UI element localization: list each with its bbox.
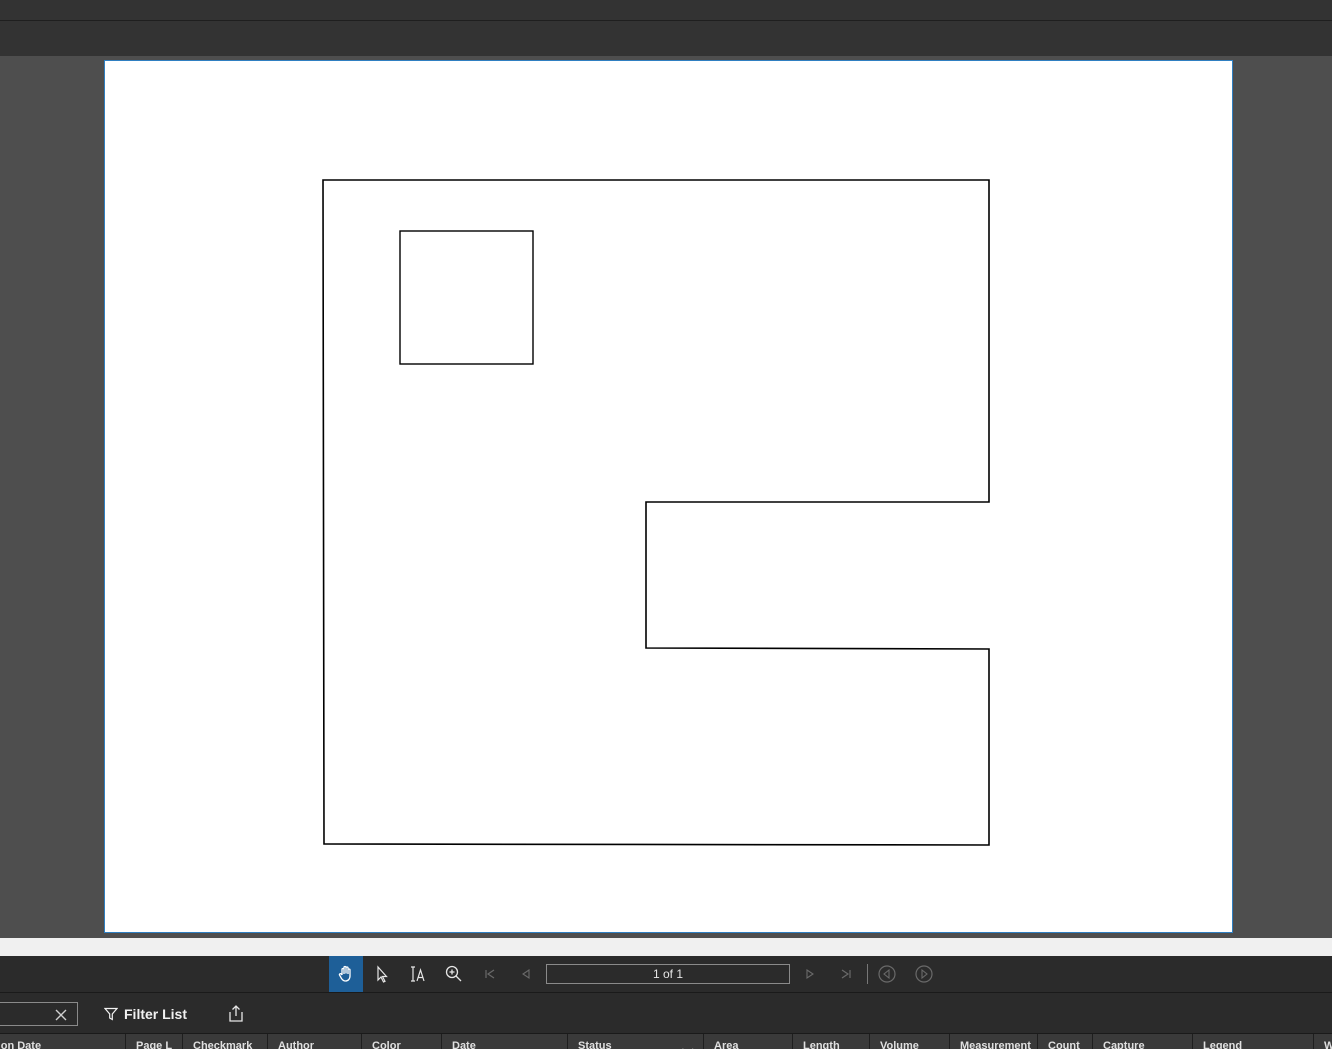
previous-page-icon (522, 968, 530, 980)
search-input[interactable] (0, 1002, 78, 1026)
previous-view-icon (878, 965, 896, 983)
filter-icon (104, 1007, 118, 1021)
text-select-tool-button[interactable] (401, 956, 435, 992)
title-bar (0, 0, 1332, 21)
next-view-button[interactable] (907, 956, 941, 992)
column-header[interactable]: tion Date (0, 1034, 125, 1049)
previous-page-button[interactable] (509, 956, 543, 992)
column-header[interactable]: Page L (125, 1034, 182, 1049)
last-page-button[interactable] (829, 956, 863, 992)
column-header[interactable]: Length (792, 1034, 869, 1049)
panel-divider[interactable] (0, 938, 1332, 956)
column-header[interactable]: Checkmark (182, 1034, 267, 1049)
next-view-icon (915, 965, 933, 983)
main-toolbar (0, 21, 1332, 56)
first-page-icon (485, 969, 495, 979)
column-header[interactable]: Area (703, 1034, 792, 1049)
export-icon[interactable] (226, 1004, 246, 1024)
filter-list-label: Filter List (124, 1006, 188, 1022)
column-header[interactable]: Author (267, 1034, 361, 1049)
first-page-button[interactable] (473, 956, 507, 992)
navigation-bar: 1 of 1 (0, 956, 1332, 993)
select-tool-button[interactable] (365, 956, 399, 992)
inner-square[interactable] (399, 230, 534, 365)
zoom-in-icon (445, 965, 462, 982)
page-number-field[interactable]: 1 of 1 (546, 964, 790, 984)
zoom-tool-button[interactable] (437, 956, 471, 992)
column-header[interactable]: W (1313, 1034, 1332, 1049)
column-header[interactable]: Color (361, 1034, 441, 1049)
close-icon[interactable] (53, 1007, 69, 1023)
pan-tool-button[interactable] (329, 956, 363, 992)
markup-list-toolbar: Filter List (0, 993, 1332, 1033)
column-header[interactable]: Capture (1092, 1034, 1192, 1049)
next-page-button[interactable] (793, 956, 827, 992)
pointer-icon (377, 965, 388, 983)
drawing (322, 179, 990, 846)
column-header[interactable]: Count (1037, 1034, 1092, 1049)
text-cursor-icon (411, 966, 425, 982)
document-page[interactable] (104, 60, 1233, 933)
filter-list-button[interactable]: Filter List (104, 1003, 187, 1025)
previous-view-button[interactable] (870, 956, 904, 992)
markup-list-header: tion Date Page L Checkmark Author Color … (0, 1033, 1332, 1049)
last-page-icon (841, 969, 851, 979)
nav-separator (867, 964, 868, 984)
column-header[interactable]: Status ▲▲ (567, 1034, 703, 1049)
next-page-icon (806, 968, 814, 980)
outer-shape[interactable] (322, 179, 990, 846)
column-header[interactable]: Legend (1192, 1034, 1313, 1049)
column-header[interactable]: Date (441, 1034, 567, 1049)
column-header[interactable]: Volume (869, 1034, 949, 1049)
column-header[interactable]: Measurement (949, 1034, 1037, 1049)
hand-icon (338, 965, 351, 982)
